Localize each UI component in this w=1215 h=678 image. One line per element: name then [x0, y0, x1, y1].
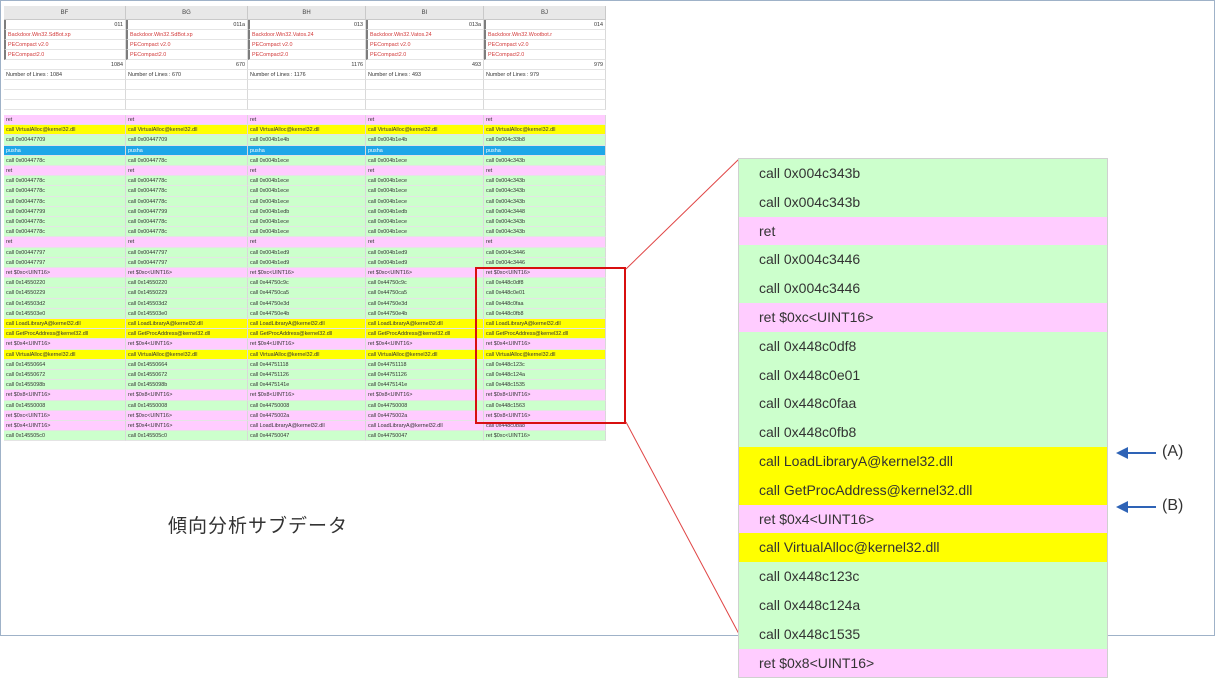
marker-a-label: (A) — [1162, 443, 1184, 460]
zoom-instruction-row: call 0x004c3446 — [739, 274, 1107, 303]
arrow-shaft — [1126, 506, 1156, 508]
zoom-instruction-row: call GetProcAddress@kernel32.dll — [739, 475, 1107, 505]
zoom-instruction-row: call 0x448c0df8 — [739, 331, 1107, 361]
zoom-instruction-row: call VirtualAlloc@kernel32.dll — [739, 533, 1107, 563]
zoom-instruction-row: call 0x448c0faa — [739, 389, 1107, 419]
zoom-instruction-row: ret $0x8<UINT16> — [739, 648, 1107, 678]
zoom-instruction-row: call 0x004c3446 — [739, 245, 1107, 275]
zoom-instruction-row: call 0x448c0e01 — [739, 360, 1107, 390]
arrow-shaft — [1126, 452, 1156, 454]
zoom-instruction-row: call LoadLibraryA@kernel32.dll — [739, 446, 1107, 476]
zoom-instruction-row: call 0x448c124a — [739, 590, 1107, 620]
zoom-instruction-row: call 0x448c123c — [739, 562, 1107, 591]
zoom-panel: call 0x004c343b call 0x004c343b ret call 0x… — [738, 158, 1108, 678]
zoom-instruction-row: ret $0xc<UINT16> — [739, 302, 1107, 332]
zoom-instruction-row: call 0x004c343b — [739, 159, 1107, 188]
caption: 傾向分析サブデータ — [168, 516, 349, 537]
marker-b-label: (B) — [1162, 497, 1184, 514]
zoom-instruction-row: ret $0x4<UINT16> — [739, 504, 1107, 534]
zoom-instruction-row: call 0x448c0fb8 — [739, 418, 1107, 447]
zoom-instruction-row: ret — [739, 216, 1107, 246]
zoom-instruction-row: call 0x004c343b — [739, 187, 1107, 217]
zoom-instruction-row: call 0x448c1535 — [739, 619, 1107, 649]
